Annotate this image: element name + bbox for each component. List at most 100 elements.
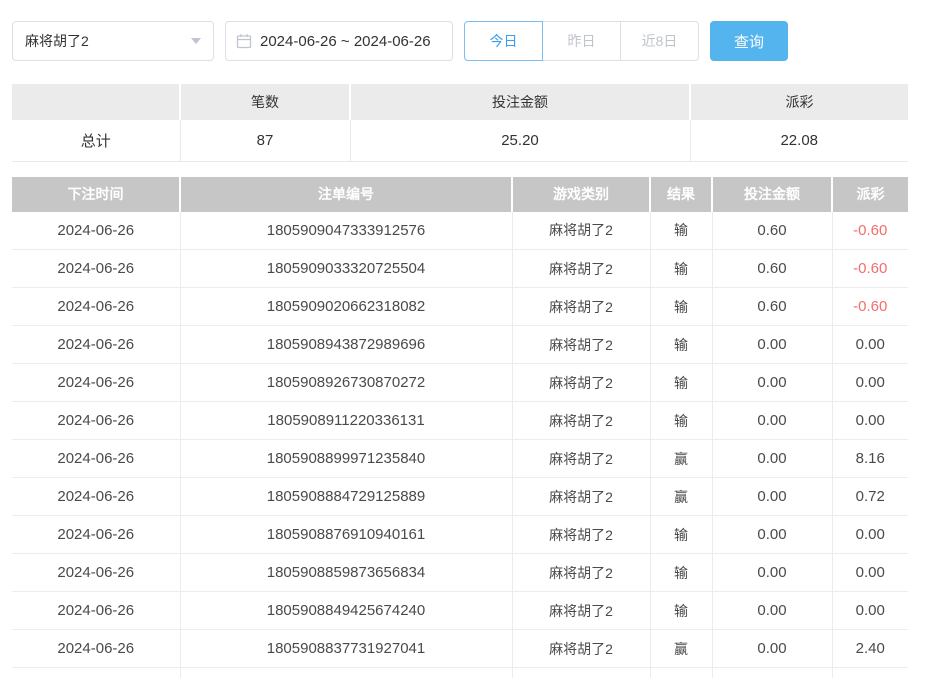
bet-amount-cell [712,668,832,678]
table-row: 2024-06-26 1805908911220336131 麻将胡了2 输 0… [12,402,908,440]
bet-amount-cell: 0.00 [712,516,832,554]
bet-time-cell: 2024-06-26 [12,250,180,288]
bet-time-cell: 2024-06-26 [12,440,180,478]
summary-table: 笔数 投注金额 派彩 总计 87 25.20 22.08 [12,84,908,162]
bet-amount-cell: 0.00 [712,364,832,402]
order-number-cell: 1805908859873656834 [180,554,512,592]
game-type-cell: 麻将胡了2 [512,288,650,326]
bet-amount-cell: 0.00 [712,440,832,478]
game-type-cell [512,668,650,678]
order-number-cell: 1805909047333912576 [180,212,512,250]
game-type-cell: 麻将胡了2 [512,250,650,288]
game-type-cell: 麻将胡了2 [512,212,650,250]
game-type-cell: 麻将胡了2 [512,364,650,402]
order-number-cell: 1805908876910940161 [180,516,512,554]
quick-filter-yesterday[interactable]: 昨日 [542,21,621,61]
result-cell: 输 [650,250,712,288]
bet-history-page: 麻将胡了2 2024-06-26 ~ 2024-06-26 今日 昨日 近8日 … [0,0,944,678]
payout-cell: -0.60 [832,250,908,288]
quick-filter-today[interactable]: 今日 [464,21,543,61]
payout-cell: 0.00 [832,326,908,364]
table-row: 2024-06-26 1805908943872989696 麻将胡了2 输 0… [12,326,908,364]
result-cell: 输 [650,592,712,630]
game-type-cell: 麻将胡了2 [512,630,650,668]
date-range-picker[interactable]: 2024-06-26 ~ 2024-06-26 [225,21,453,61]
payout-cell: 0.00 [832,516,908,554]
bet-time-cell: 2024-06-26 [12,402,180,440]
bet-amount-cell: 0.00 [712,592,832,630]
summary-header-bet-amount: 投注金额 [350,84,690,120]
summary-payout-value: 22.08 [690,120,908,161]
result-cell: 输 [650,364,712,402]
table-row: 2024-06-26 1805908926730870272 麻将胡了2 输 0… [12,364,908,402]
order-number-cell: 1805908849425674240 [180,592,512,630]
payout-cell [832,668,908,678]
order-number-cell: 1805909020662318082 [180,288,512,326]
bet-records-table: 下注时间 注单编号 游戏类别 结果 投注金额 派彩 2024-06-26 180… [12,177,908,678]
order-number-cell: 1805908899971235840 [180,440,512,478]
bet-time-cell: 2024-06-26 [12,516,180,554]
game-type-cell: 麻将胡了2 [512,592,650,630]
table-row: 2024-06-26 1805909020662318082 麻将胡了2 输 0… [12,288,908,326]
bet-time-cell: 2024-06-26 [12,288,180,326]
bet-time-cell: 2024-06-26 [12,364,180,402]
result-cell: 输 [650,402,712,440]
table-row [12,668,908,678]
header-game-type: 游戏类别 [512,177,650,212]
bet-time-cell: 2024-06-26 [12,326,180,364]
game-type-cell: 麻将胡了2 [512,402,650,440]
bet-amount-cell: 0.00 [712,554,832,592]
bet-time-cell: 2024-06-26 [12,212,180,250]
filter-bar: 麻将胡了2 2024-06-26 ~ 2024-06-26 今日 昨日 近8日 … [12,21,944,61]
summary-count-value: 87 [180,120,350,161]
header-bet-amount: 投注金额 [712,177,832,212]
result-cell: 输 [650,516,712,554]
game-select[interactable]: 麻将胡了2 [12,21,214,61]
payout-cell: 0.72 [832,478,908,516]
quick-filter-last8days[interactable]: 近8日 [620,21,699,61]
table-row: 2024-06-26 1805908859873656834 麻将胡了2 输 0… [12,554,908,592]
query-button[interactable]: 查询 [710,21,788,61]
table-row: 2024-06-26 1805909033320725504 麻将胡了2 输 0… [12,250,908,288]
bet-amount-cell: 0.60 [712,250,832,288]
order-number-cell: 1805908837731927041 [180,630,512,668]
result-cell: 赢 [650,478,712,516]
order-number-cell: 1805908884729125889 [180,478,512,516]
table-row: 2024-06-26 1805909047333912576 麻将胡了2 输 0… [12,212,908,250]
game-select-value: 麻将胡了2 [25,31,89,51]
game-type-cell: 麻将胡了2 [512,326,650,364]
summary-header-row: 笔数 投注金额 派彩 [12,84,908,120]
calendar-icon [236,33,252,49]
order-number-cell [180,668,512,678]
order-number-cell: 1805908943872989696 [180,326,512,364]
game-type-cell: 麻将胡了2 [512,516,650,554]
payout-cell: 0.00 [832,592,908,630]
bet-amount-cell: 0.00 [712,326,832,364]
table-row: 2024-06-26 1805908849425674240 麻将胡了2 输 0… [12,592,908,630]
bet-table-header-row: 下注时间 注单编号 游戏类别 结果 投注金额 派彩 [12,177,908,212]
table-row: 2024-06-26 1805908899971235840 麻将胡了2 赢 0… [12,440,908,478]
table-row: 2024-06-26 1805908876910940161 麻将胡了2 输 0… [12,516,908,554]
header-payout: 派彩 [832,177,908,212]
bet-amount-cell: 0.00 [712,402,832,440]
result-cell: 输 [650,554,712,592]
bet-time-cell [12,668,180,678]
bet-time-cell: 2024-06-26 [12,592,180,630]
payout-cell: -0.60 [832,212,908,250]
bet-amount-cell: 0.60 [712,288,832,326]
payout-cell: -0.60 [832,288,908,326]
header-order-number: 注单编号 [180,177,512,212]
bet-amount-cell: 0.00 [712,630,832,668]
result-cell: 输 [650,288,712,326]
order-number-cell: 1805908926730870272 [180,364,512,402]
bet-amount-cell: 0.60 [712,212,832,250]
payout-cell: 0.00 [832,402,908,440]
summary-total-label: 总计 [12,120,180,161]
summary-header-payout: 派彩 [690,84,908,120]
summary-header-blank [12,84,180,120]
chevron-down-icon [191,38,201,44]
result-cell: 输 [650,212,712,250]
order-number-cell: 1805909033320725504 [180,250,512,288]
payout-cell: 0.00 [832,364,908,402]
summary-header-count: 笔数 [180,84,350,120]
